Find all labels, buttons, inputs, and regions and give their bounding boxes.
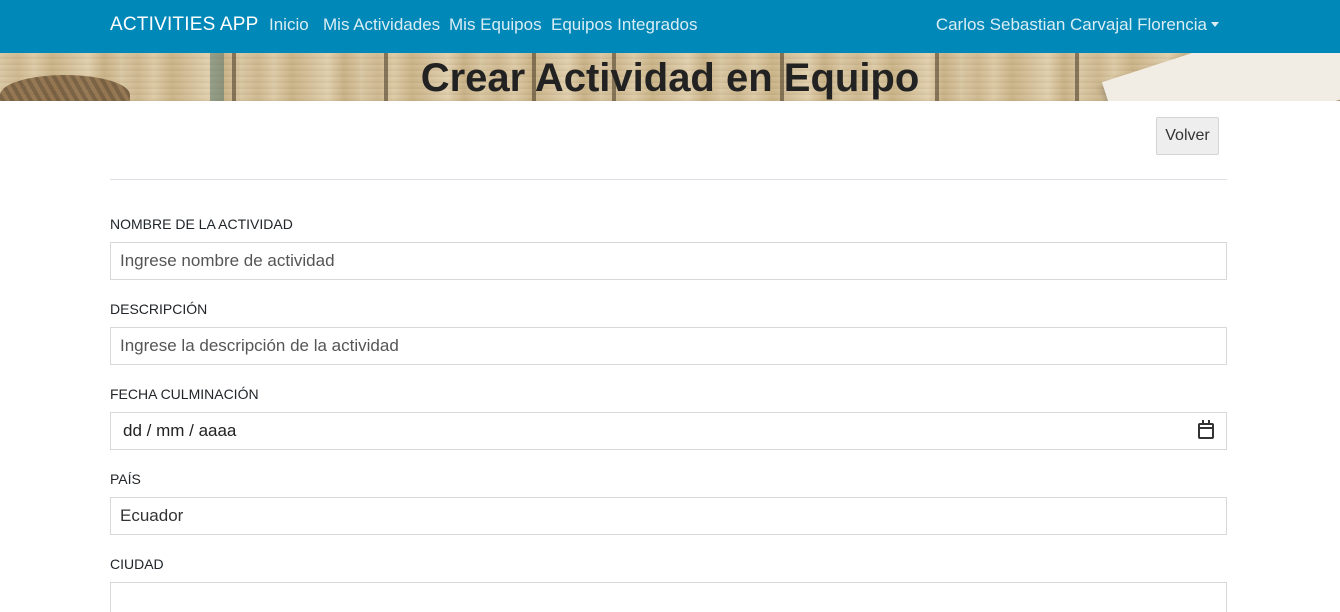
user-name: Carlos Sebastian Carvajal Florencia: [935, 15, 1207, 34]
top-navbar: ACTIVITIES APP Inicio Mis Actividades Mi…: [0, 0, 1340, 53]
volver-button[interactable]: Volver: [1156, 117, 1219, 155]
nav-link-mis-actividades[interactable]: Mis Actividades: [323, 15, 440, 35]
date-placeholder: dd / mm / aaaa: [123, 421, 237, 440]
divider: [110, 179, 1227, 180]
nav-link-inicio[interactable]: Inicio: [269, 15, 309, 35]
calendar-icon[interactable]: [1198, 420, 1214, 439]
nombre-input[interactable]: [110, 242, 1227, 280]
user-menu-dropdown[interactable]: Carlos Sebastian Carvajal Florencia: [936, 15, 1219, 35]
descripcion-label: DESCRIPCIÓN: [110, 301, 208, 317]
ciudad-input[interactable]: [110, 582, 1227, 612]
nav-link-mis-equipos[interactable]: Mis Equipos: [449, 15, 542, 35]
fecha-input[interactable]: dd / mm / aaaa: [110, 412, 1227, 450]
ciudad-label: CIUDAD: [110, 556, 164, 572]
caret-down-icon: [1211, 22, 1219, 27]
nav-link-equipos-integrados[interactable]: Equipos Integrados: [551, 15, 698, 35]
fecha-label: FECHA CULMINACIÓN: [110, 386, 259, 402]
page-title: Crear Actividad en Equipo: [420, 56, 920, 100]
nombre-label: NOMBRE DE LA ACTIVIDAD: [110, 216, 293, 232]
descripcion-input[interactable]: [110, 327, 1227, 365]
pais-label: PAÍS: [110, 471, 141, 487]
brand-logo[interactable]: ACTIVITIES APP: [110, 14, 259, 36]
pais-input[interactable]: Ecuador: [110, 497, 1227, 535]
